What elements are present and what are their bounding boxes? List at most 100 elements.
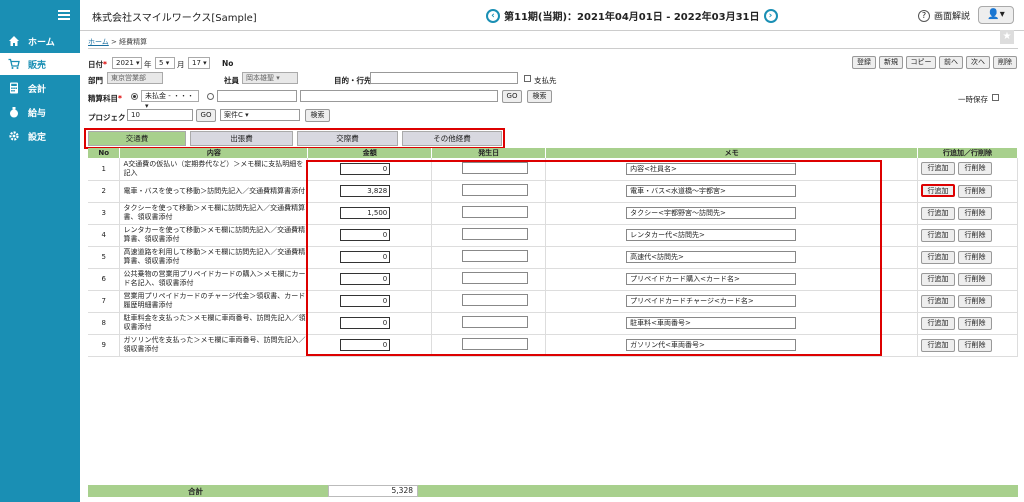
- no-label: No: [222, 59, 234, 68]
- delete-row-button[interactable]: 行削除: [958, 316, 993, 330]
- col-header: 内容: [119, 148, 309, 158]
- sidebar-item-label: ホーム: [28, 37, 55, 48]
- row-no: 6: [88, 268, 121, 291]
- sidebar-item-label: 給与: [28, 108, 47, 119]
- payee-checkbox[interactable]: [524, 75, 531, 82]
- delete-row-button[interactable]: 行削除: [958, 250, 993, 264]
- help-link[interactable]: ? 画面解説: [918, 9, 970, 22]
- project-search-button[interactable]: 検索: [305, 109, 330, 122]
- next-button[interactable]: 次へ: [966, 56, 990, 69]
- divider: [88, 48, 1018, 49]
- breadcrumb: ホーム > 経費精算: [88, 37, 147, 47]
- payee-label: 支払先: [534, 76, 557, 85]
- question-icon: ?: [918, 9, 930, 22]
- delete-row-button[interactable]: 行削除: [958, 162, 993, 176]
- breadcrumb-separator: >: [111, 38, 117, 46]
- period-label: 第11期(当期)：2021年04月01日 - 2022年03月31日: [504, 12, 760, 23]
- total-bar: 合計 5,328: [88, 485, 1018, 497]
- temp-save-checkbox[interactable]: [992, 94, 999, 101]
- add-row-button[interactable]: 行追加: [921, 184, 956, 197]
- add-row-button[interactable]: 行追加: [921, 250, 956, 264]
- user-icon: 👤▾: [987, 9, 1005, 20]
- staff-select[interactable]: 岡本雄聖 ▾: [242, 72, 298, 84]
- breadcrumb-current: 経費精算: [119, 38, 148, 46]
- row-no: 8: [88, 312, 121, 335]
- add-row-button[interactable]: 行追加: [921, 294, 956, 308]
- prev-button[interactable]: 前へ: [939, 56, 963, 69]
- register-button[interactable]: 登録: [852, 56, 876, 69]
- sidebar-item-sales[interactable]: 販売: [0, 53, 80, 75]
- col-header: 発生日: [431, 148, 547, 158]
- add-row-button[interactable]: 行追加: [921, 228, 956, 242]
- prev-period-icon[interactable]: ‹: [486, 8, 500, 23]
- delete-row-button[interactable]: 行削除: [958, 272, 993, 286]
- delete-row-button[interactable]: 行削除: [958, 228, 993, 242]
- copy-button[interactable]: コピー: [906, 56, 936, 69]
- delete-row-button[interactable]: 行削除: [958, 206, 993, 220]
- account-label: 精算科目*: [88, 94, 122, 103]
- dept-label: 部門: [88, 76, 103, 85]
- user-menu-button[interactable]: 👤▾: [978, 6, 1014, 24]
- row-desc: A交通費の仮払い（定期券代など）＞メモ欄に支払明細を記入: [119, 158, 309, 181]
- account-code-input[interactable]: [217, 90, 297, 102]
- day-select[interactable]: 17 ▾: [188, 57, 210, 69]
- delete-row-button[interactable]: 行削除: [958, 338, 993, 352]
- cart-icon: [8, 58, 20, 70]
- add-row-button[interactable]: 行追加: [921, 162, 956, 176]
- menu-icon[interactable]: [58, 10, 70, 20]
- purpose-input[interactable]: [370, 72, 518, 84]
- project-code-input[interactable]: 10: [127, 109, 193, 121]
- top-bar: 株式会社スマイルワークス[Sample] ‹ 第11期(当期)：2021年04月…: [80, 0, 1024, 31]
- project-name-input[interactable]: 案件C ▾: [220, 109, 300, 121]
- new-button[interactable]: 新規: [879, 56, 903, 69]
- favorite-star-icon[interactable]: ★: [1000, 30, 1014, 44]
- col-header: No: [88, 148, 121, 158]
- row-no: 4: [88, 224, 121, 247]
- month-select[interactable]: 5 ▾: [155, 57, 175, 69]
- total-value: 5,328: [328, 485, 418, 497]
- temp-save-label: 一時保存: [958, 95, 988, 104]
- col-header: メモ: [545, 148, 919, 158]
- purpose-label: 目的・行先: [334, 76, 372, 85]
- sidebar-item-label: 会計: [28, 84, 47, 95]
- account-search-button[interactable]: 検索: [527, 90, 552, 103]
- add-row-button[interactable]: 行追加: [921, 206, 956, 220]
- next-period-icon[interactable]: ›: [763, 8, 778, 23]
- account-radio-free[interactable]: [207, 93, 214, 100]
- add-row-button[interactable]: 行追加: [921, 272, 956, 286]
- sidebar-item-settings[interactable]: 設定: [0, 125, 80, 147]
- row-desc: 電車・バスを使って移動＞訪問先記入／交通費精算書添付: [119, 180, 309, 203]
- sidebar-item-home[interactable]: ホーム: [0, 30, 80, 52]
- account-go-button[interactable]: GO: [502, 90, 522, 103]
- project-go-button[interactable]: GO: [196, 109, 216, 122]
- col-header: 行追加／行削除: [917, 148, 1018, 158]
- year-select[interactable]: 2021 ▾: [112, 57, 142, 69]
- add-row-button[interactable]: 行追加: [921, 316, 956, 330]
- add-row-button[interactable]: 行追加: [921, 338, 956, 352]
- account-radio-list[interactable]: [131, 93, 138, 100]
- row-no: 5: [88, 246, 121, 269]
- moneybag-icon: [8, 106, 20, 118]
- sidebar-item-label: 販売: [28, 60, 47, 71]
- delete-button[interactable]: 削除: [993, 56, 1017, 69]
- account-select[interactable]: 未払金 - ・・・ ▾: [141, 90, 199, 110]
- row-desc: ガソリン代を支払った＞メモ欄に車両番号、訪問先記入／領収書添付: [119, 334, 309, 357]
- sidebar-item-accounting[interactable]: 会計: [0, 77, 80, 99]
- breadcrumb-home-link[interactable]: ホーム: [88, 38, 109, 46]
- year-unit: 年: [144, 60, 152, 69]
- period-selector: ‹ 第11期(当期)：2021年04月01日 - 2022年03月31日 ›: [482, 8, 782, 23]
- account-name-input[interactable]: [300, 90, 498, 102]
- delete-row-button[interactable]: 行削除: [958, 294, 993, 308]
- delete-row-button[interactable]: 行削除: [958, 185, 993, 198]
- row-no: 9: [88, 334, 121, 357]
- company-name: 株式会社スマイルワークス[Sample]: [92, 13, 257, 24]
- highlight-tabs: [84, 128, 505, 149]
- col-header: 金額: [307, 148, 433, 158]
- row-no: 2: [88, 180, 121, 203]
- sidebar: ホーム 販売 会計 給与 設定: [0, 0, 80, 502]
- row-desc: 駐車料金を支払った＞メモ欄に車両番号、訪問先記入／領収書添付: [119, 312, 309, 335]
- table-header-row: No 内容 金額 発生日 メモ 行追加／行削除: [88, 148, 1018, 158]
- sidebar-item-payroll[interactable]: 給与: [0, 101, 80, 123]
- help-label: 画面解説: [934, 12, 971, 22]
- dept-select[interactable]: 東京営業部: [107, 72, 163, 84]
